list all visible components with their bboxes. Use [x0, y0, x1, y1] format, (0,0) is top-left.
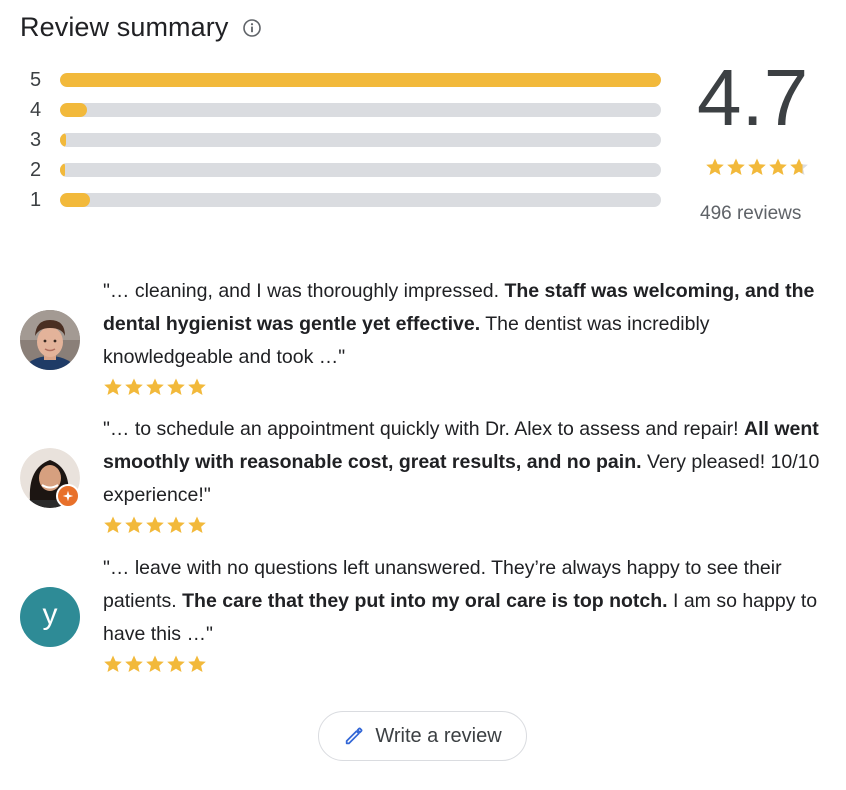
- avatar-letter: y: [42, 598, 58, 631]
- star-icon: [125, 516, 143, 533]
- write-review-label: Write a review: [375, 724, 502, 747]
- average-rating-stars: [705, 157, 810, 177]
- star-icon: [146, 516, 164, 533]
- rating-breakdown: 5 4 3 2 1: [30, 67, 662, 217]
- star-icon: [188, 516, 206, 533]
- star-icon: [125, 378, 143, 395]
- write-review-button[interactable]: Write a review: [318, 711, 527, 761]
- review-text: "… leave with no questions left unanswer…: [103, 557, 818, 645]
- rating-bar-row[interactable]: 5: [30, 67, 662, 97]
- avatar[interactable]: [20, 448, 80, 508]
- rating-bar-label: 3: [30, 129, 42, 151]
- star-icon: [167, 378, 185, 395]
- review-text: "… cleaning, and I was thoroughly impres…: [103, 280, 815, 368]
- star-icon: [125, 655, 143, 672]
- rating-bar-label: 4: [30, 99, 42, 121]
- review-text: "… to schedule an appointment quickly wi…: [103, 418, 820, 506]
- star-icon: [188, 378, 206, 395]
- rating-bar-track: [60, 103, 661, 117]
- rating-bar-track: [60, 193, 661, 207]
- rating-bar-label: 1: [30, 189, 42, 211]
- rating-bar-label: 5: [30, 69, 42, 91]
- rating-bar-fill: [60, 133, 66, 147]
- review-stars: [103, 654, 208, 674]
- rating-bar-track: [60, 163, 661, 177]
- info-icon[interactable]: [242, 18, 262, 38]
- rating-bar-row[interactable]: 2: [30, 157, 662, 187]
- star-icon: [104, 655, 122, 672]
- star-icon: [706, 158, 724, 175]
- review-count-link[interactable]: 496 reviews: [700, 203, 801, 225]
- pencil-icon: [343, 725, 365, 747]
- rating-bar-label: 2: [30, 159, 42, 181]
- rating-bar-track: [60, 73, 661, 87]
- rating-bar-row[interactable]: 4: [30, 97, 662, 127]
- star-icon: [146, 378, 164, 395]
- rating-bar-fill: [60, 73, 661, 87]
- star-icon: [769, 158, 787, 175]
- star-icon: [104, 516, 122, 533]
- star-icon: [188, 655, 206, 672]
- rating-bar-fill: [60, 163, 65, 177]
- star-icon: [790, 158, 808, 175]
- star-icon: [727, 158, 745, 175]
- rating-bar-row[interactable]: 3: [30, 127, 662, 157]
- star-icon: [748, 158, 766, 175]
- average-rating: 4.7: [697, 53, 809, 142]
- review-stars: [103, 377, 208, 397]
- page-title: Review summary: [20, 12, 229, 42]
- rating-bar-fill: [60, 193, 91, 207]
- avatar[interactable]: [20, 310, 80, 370]
- review-stars: [103, 515, 208, 535]
- star-icon: [146, 655, 164, 672]
- rating-bar-fill: [60, 103, 88, 117]
- star-icon: [167, 516, 185, 533]
- review-summary-header: Review summary: [20, 12, 262, 43]
- star-icon: [104, 378, 122, 395]
- rating-bar-row[interactable]: 1: [30, 187, 662, 217]
- local-guide-badge-icon: [56, 484, 80, 508]
- avatar[interactable]: y: [20, 587, 80, 647]
- rating-bar-track: [60, 133, 661, 147]
- star-icon: [167, 655, 185, 672]
